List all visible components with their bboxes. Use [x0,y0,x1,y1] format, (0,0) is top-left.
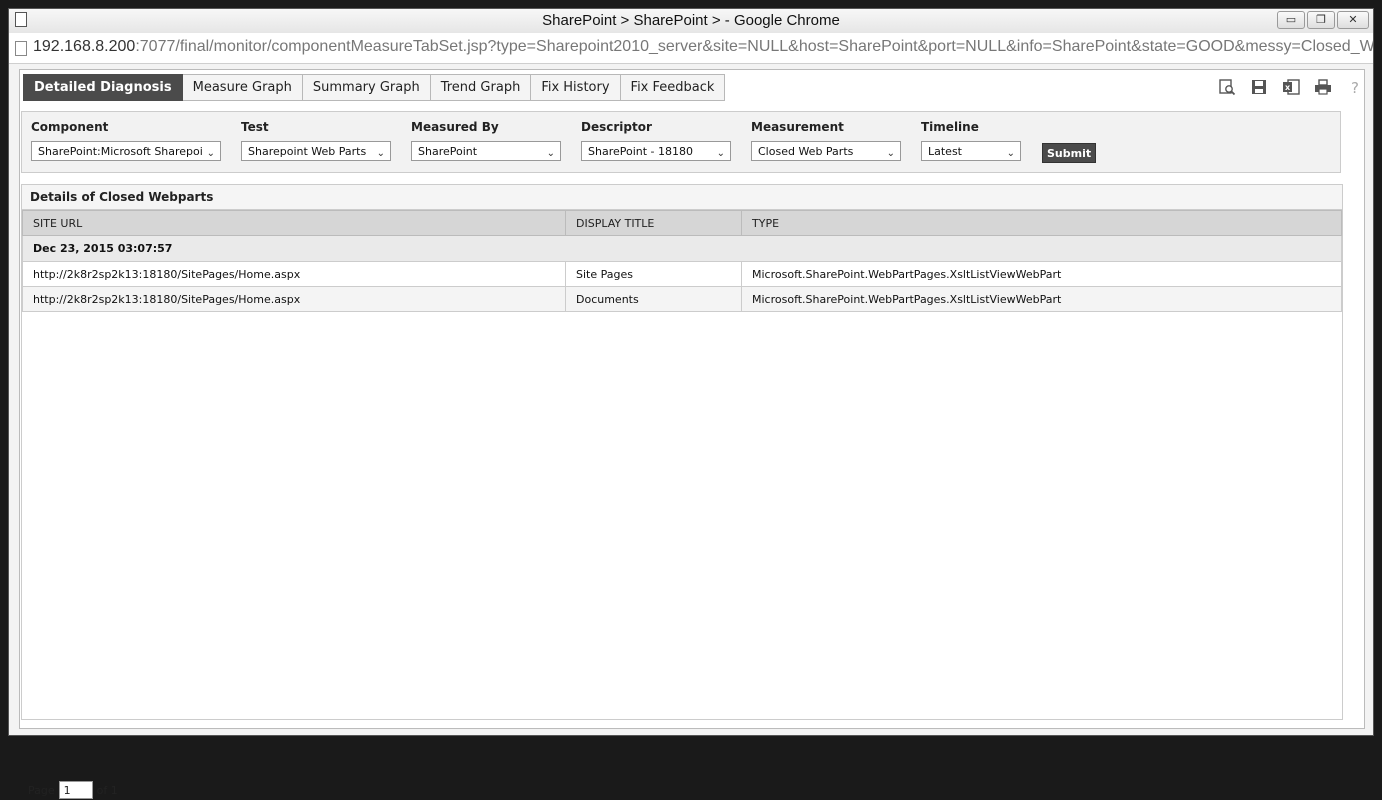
test-filter: Test Sharepoint Web Parts ⌄ [241,120,391,161]
minimize-button[interactable]: ▭ [1277,11,1305,29]
tab-detailed-diagnosis[interactable]: Detailed Diagnosis [23,74,183,101]
test-select[interactable]: Sharepoint Web Parts ⌄ [241,141,391,161]
page-count: of 1 [96,783,118,797]
page-input[interactable]: 1 [58,781,93,799]
measurement-filter: Measurement Closed Web Parts ⌄ [751,120,901,161]
tab-fix-history[interactable]: Fix History [531,74,621,101]
group-row: Dec 23, 2015 03:07:57 [22,235,1342,262]
timeline-label: Timeline [921,120,979,134]
tab-bar: Detailed Diagnosis Measure Graph Summary… [23,74,726,101]
restore-button[interactable]: ❐ [1307,11,1335,29]
chevron-down-icon: ⌄ [546,148,555,159]
chevron-down-icon: ⌄ [886,148,895,159]
tab-fix-feedback[interactable]: Fix Feedback [620,74,726,101]
tab-summary-graph[interactable]: Summary Graph [302,74,431,101]
chevron-down-icon: ⌄ [716,148,725,159]
page-icon [15,41,27,56]
display-title-cell: Site Pages [565,261,742,287]
test-value: Sharepoint Web Parts [248,145,367,158]
column-header-site-url[interactable]: SITE URL [22,210,566,236]
type-cell: Microsoft.SharePoint.WebPartPages.XsltLi… [741,286,1342,312]
save-icon[interactable] [1250,78,1268,96]
chevron-down-icon: ⌄ [376,148,385,159]
measurement-label: Measurement [751,120,844,134]
type-cell: Microsoft.SharePoint.WebPartPages.XsltLi… [741,261,1342,287]
page-label: Page [28,783,55,797]
pager: Page 1 of 1 [28,781,118,799]
submit-button[interactable]: Submit [1042,143,1097,163]
filter-bar: Component SharePoint:Microsoft Sharepoi ⌄… [21,111,1341,173]
site-url-cell: http://2k8r2sp2k13:18180/SitePages/Home.… [22,261,566,287]
table-row: http://2k8r2sp2k13:18180/SitePages/Home.… [22,261,1342,287]
details-panel: Details of Closed Webparts SITE URL DISP… [21,184,1343,799]
chevron-down-icon: ⌄ [206,148,215,159]
measurement-value: Closed Web Parts [758,145,854,158]
window-title: SharePoint > SharePoint > - Google Chrom… [542,12,840,29]
table-header: SITE URL DISPLAY TITLE TYPE [22,210,1342,236]
component-value: SharePoint:Microsoft Sharepoi [38,145,203,158]
app-content: Detailed Diagnosis Measure Graph Summary… [19,69,1365,799]
descriptor-value: SharePoint - 18180 [588,145,694,158]
site-url-cell: http://2k8r2sp2k13:18180/SitePages/Home.… [22,286,566,312]
measured-by-label: Measured By [411,120,499,134]
display-title-cell: Documents [565,286,742,312]
measurement-select[interactable]: Closed Web Parts ⌄ [751,141,901,161]
descriptor-select[interactable]: SharePoint - 18180 ⌄ [581,141,731,161]
test-label: Test [241,120,269,134]
svg-text:x: x [1285,83,1291,92]
svg-text:?: ? [1351,79,1359,96]
excel-icon[interactable]: x [1282,78,1300,96]
help-icon[interactable]: ? [1346,78,1364,96]
descriptor-label: Descriptor [581,120,652,134]
url-path: :7077/final/monitor/componentMeasureTabS… [135,38,1373,55]
timeline-value: Latest [928,145,962,158]
table-row: http://2k8r2sp2k13:18180/SitePages/Home.… [22,286,1342,312]
address-bar[interactable]: 192.168.8.200:7077/final/monitor/compone… [9,33,1373,64]
panel-title: Details of Closed Webparts [22,185,1342,210]
group-timestamp: Dec 23, 2015 03:07:57 [22,235,1342,262]
title-bar: SharePoint > SharePoint > - Google Chrom… [9,9,1373,33]
search-doc-icon[interactable] [1218,78,1236,96]
details-table: SITE URL DISPLAY TITLE TYPE Dec 23, 2015… [22,210,1342,312]
print-icon[interactable] [1314,78,1332,96]
component-filter: Component SharePoint:Microsoft Sharepoi ⌄ [31,120,221,161]
measured-by-value: SharePoint [418,145,478,158]
component-label: Component [31,120,109,134]
column-header-type[interactable]: TYPE [741,210,1342,236]
close-button[interactable]: ✕ [1337,11,1369,29]
measured-by-select[interactable]: SharePoint ⌄ [411,141,561,161]
toolbar-icons: x ? [1218,78,1364,96]
tab-trend-graph[interactable]: Trend Graph [430,74,532,101]
chevron-down-icon: ⌄ [1006,148,1015,159]
url-host: 192.168.8.200 [33,38,136,55]
column-header-display-title[interactable]: DISPLAY TITLE [565,210,742,236]
descriptor-filter: Descriptor SharePoint - 18180 ⌄ [581,120,731,161]
timeline-filter: Timeline Latest ⌄ [921,120,1021,161]
tab-measure-graph[interactable]: Measure Graph [182,74,303,101]
url-text[interactable]: 192.168.8.200:7077/final/monitor/compone… [33,38,1373,56]
component-select[interactable]: SharePoint:Microsoft Sharepoi ⌄ [31,141,221,161]
timeline-select[interactable]: Latest ⌄ [921,141,1021,161]
measured-by-filter: Measured By SharePoint ⌄ [411,120,561,161]
browser-window: SharePoint > SharePoint > - Google Chrom… [8,8,1374,799]
